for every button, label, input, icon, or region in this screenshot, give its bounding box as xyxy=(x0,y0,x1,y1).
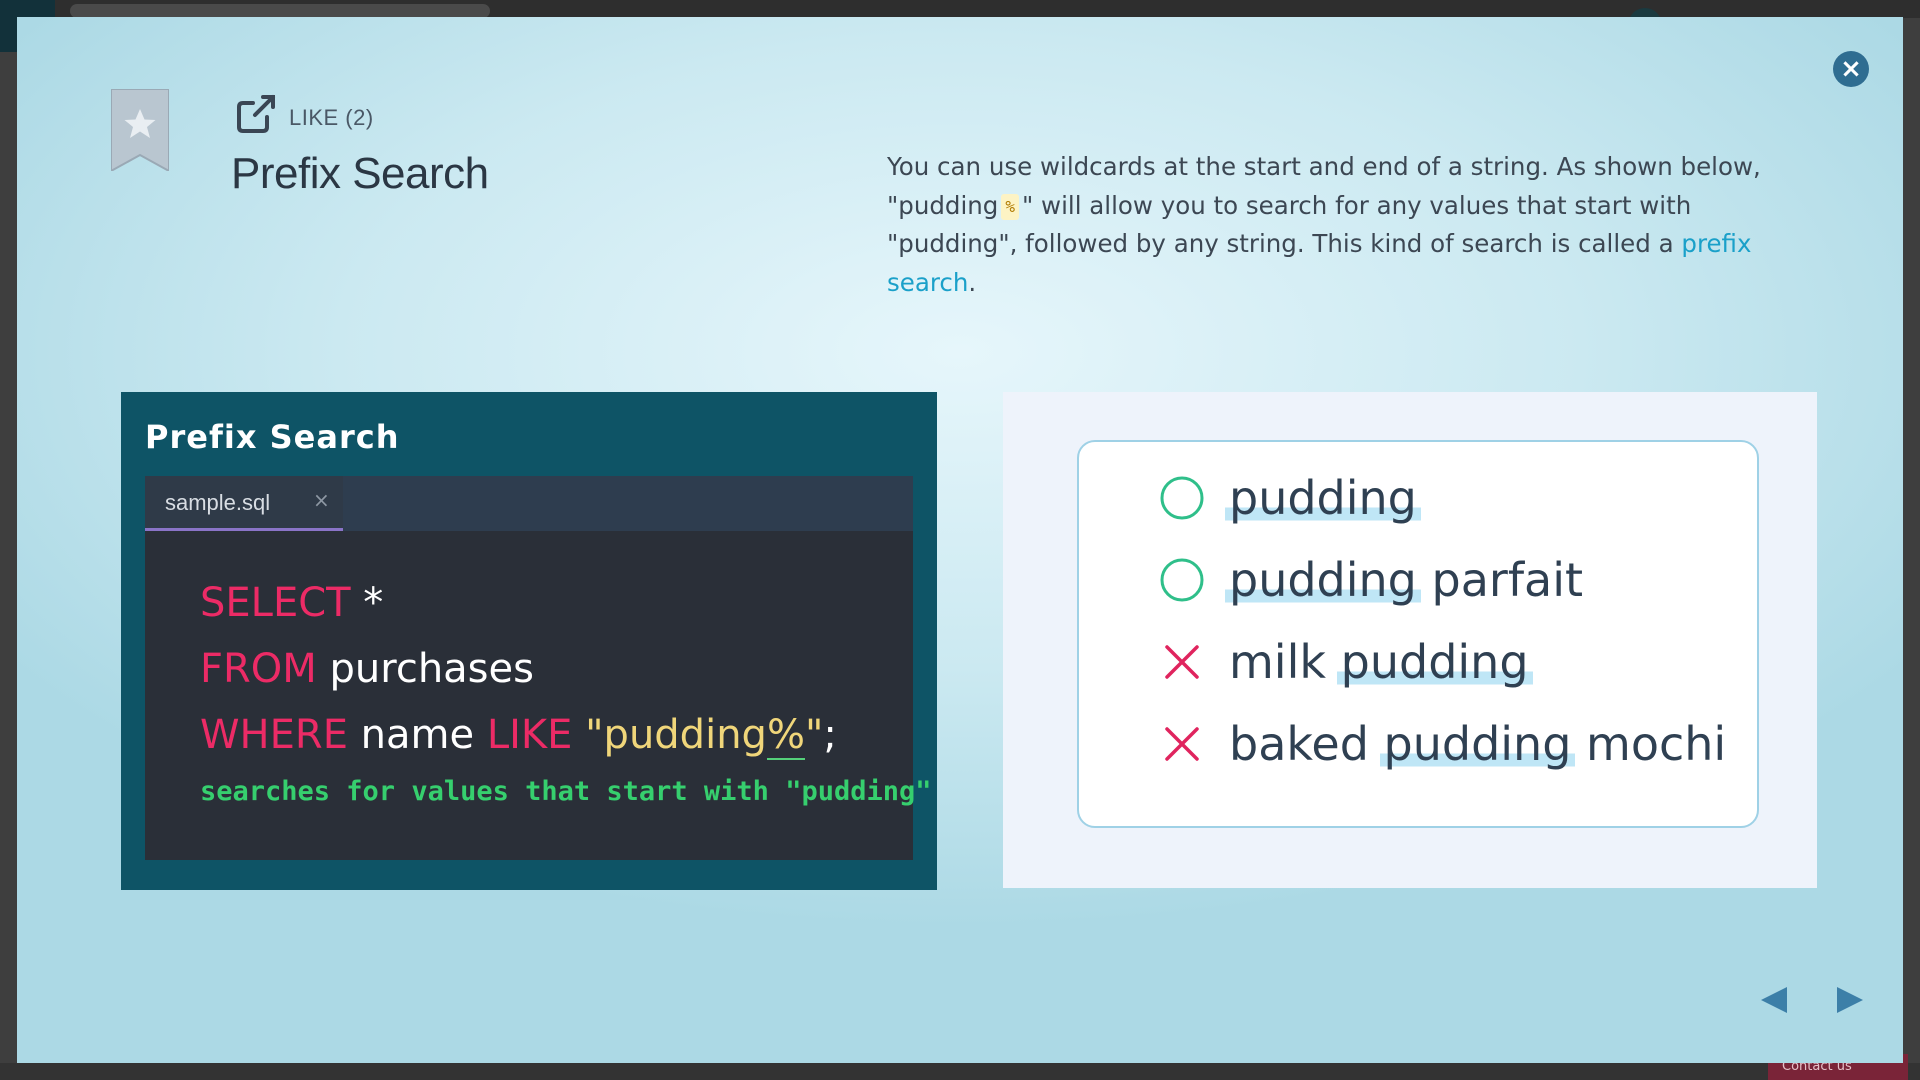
result-text-part: milk xyxy=(1229,635,1341,689)
external-link-icon xyxy=(237,95,275,133)
description: You can use wildcards at the start and e… xyxy=(887,148,1807,302)
wildcard-percent: % xyxy=(766,712,805,760)
close-button[interactable]: × xyxy=(1833,51,1869,87)
code-text: purchases xyxy=(316,646,534,692)
match-circle-icon xyxy=(1160,476,1204,520)
code-text: ; xyxy=(823,712,837,758)
slide-modal: × LIKE (2) Prefix Search You can use wil… xyxy=(17,17,1903,1063)
result-text-part: mochi xyxy=(1571,717,1727,771)
tab-close-icon[interactable]: × xyxy=(313,488,330,512)
result-text: pudding xyxy=(1225,471,1421,525)
result-panel: pudding pudding parfait milk pudding baked … xyxy=(1003,392,1817,888)
code-line-3: WHERE name LIKE "pudding%"; xyxy=(200,702,837,768)
string-literal: " xyxy=(804,712,824,758)
result-row: milk pudding xyxy=(1159,632,1533,692)
result-text-part: parfait xyxy=(1416,553,1584,607)
code-editor: sample.sql × SELECT * FROM purchases WHE… xyxy=(145,476,932,860)
code-lines: SELECT * FROM purchases WHERE name LIKE … xyxy=(200,570,837,768)
arrow-right-icon xyxy=(1837,987,1863,1013)
no-match-cross-icon xyxy=(1165,645,1199,679)
result-text: pudding parfait xyxy=(1225,553,1584,607)
background-bottom-bar xyxy=(0,1063,1920,1080)
next-slide-button[interactable] xyxy=(1833,983,1867,1017)
result-row: pudding parfait xyxy=(1159,550,1583,610)
keyword: LIKE xyxy=(486,712,573,758)
bookmark-star-icon[interactable] xyxy=(111,89,169,171)
string-literal: "pudding xyxy=(572,712,767,758)
code-text: name xyxy=(347,712,487,758)
result-row: baked pudding mochi xyxy=(1159,714,1726,774)
no-match-cross-icon xyxy=(1165,727,1199,761)
description-text: . xyxy=(968,267,977,297)
keyword: SELECT xyxy=(200,580,351,626)
tab-sample-sql[interactable]: sample.sql × xyxy=(145,476,343,531)
previous-slide-button[interactable] xyxy=(1757,983,1791,1017)
code-line-1: SELECT * xyxy=(200,570,837,636)
match-circle-icon xyxy=(1160,558,1204,602)
tab-label: sample.sql xyxy=(165,490,271,515)
highlighted-term: pudding xyxy=(1225,471,1421,525)
keyword: FROM xyxy=(200,646,317,692)
wildcard-chip: % xyxy=(1001,193,1019,220)
page-title: Prefix Search xyxy=(231,149,489,198)
close-icon: × xyxy=(1840,54,1862,84)
result-row: pudding xyxy=(1159,468,1421,528)
keyword: WHERE xyxy=(200,712,348,758)
code-line-2: FROM purchases xyxy=(200,636,837,702)
code-comment: searches for values that start with "pud… xyxy=(200,776,932,807)
result-list: pudding pudding parfait milk pudding baked … xyxy=(1077,440,1759,828)
result-text: milk pudding xyxy=(1229,635,1533,689)
arrow-left-icon xyxy=(1761,987,1787,1013)
result-text-part: baked xyxy=(1229,717,1384,771)
code-panel-title: Prefix Search xyxy=(145,418,400,456)
highlighted-term: pudding xyxy=(1379,717,1576,771)
code-panel: Prefix Search sample.sql × SELECT * FROM… xyxy=(121,392,937,890)
code-text: * xyxy=(350,580,384,626)
highlighted-term: pudding xyxy=(1225,553,1421,607)
editor-tab-bar: sample.sql × xyxy=(145,476,913,531)
highlighted-term: pudding xyxy=(1336,635,1533,689)
result-text: baked pudding mochi xyxy=(1229,717,1726,771)
lesson-label: LIKE (2) xyxy=(289,105,374,130)
background-address-bar xyxy=(70,4,490,18)
